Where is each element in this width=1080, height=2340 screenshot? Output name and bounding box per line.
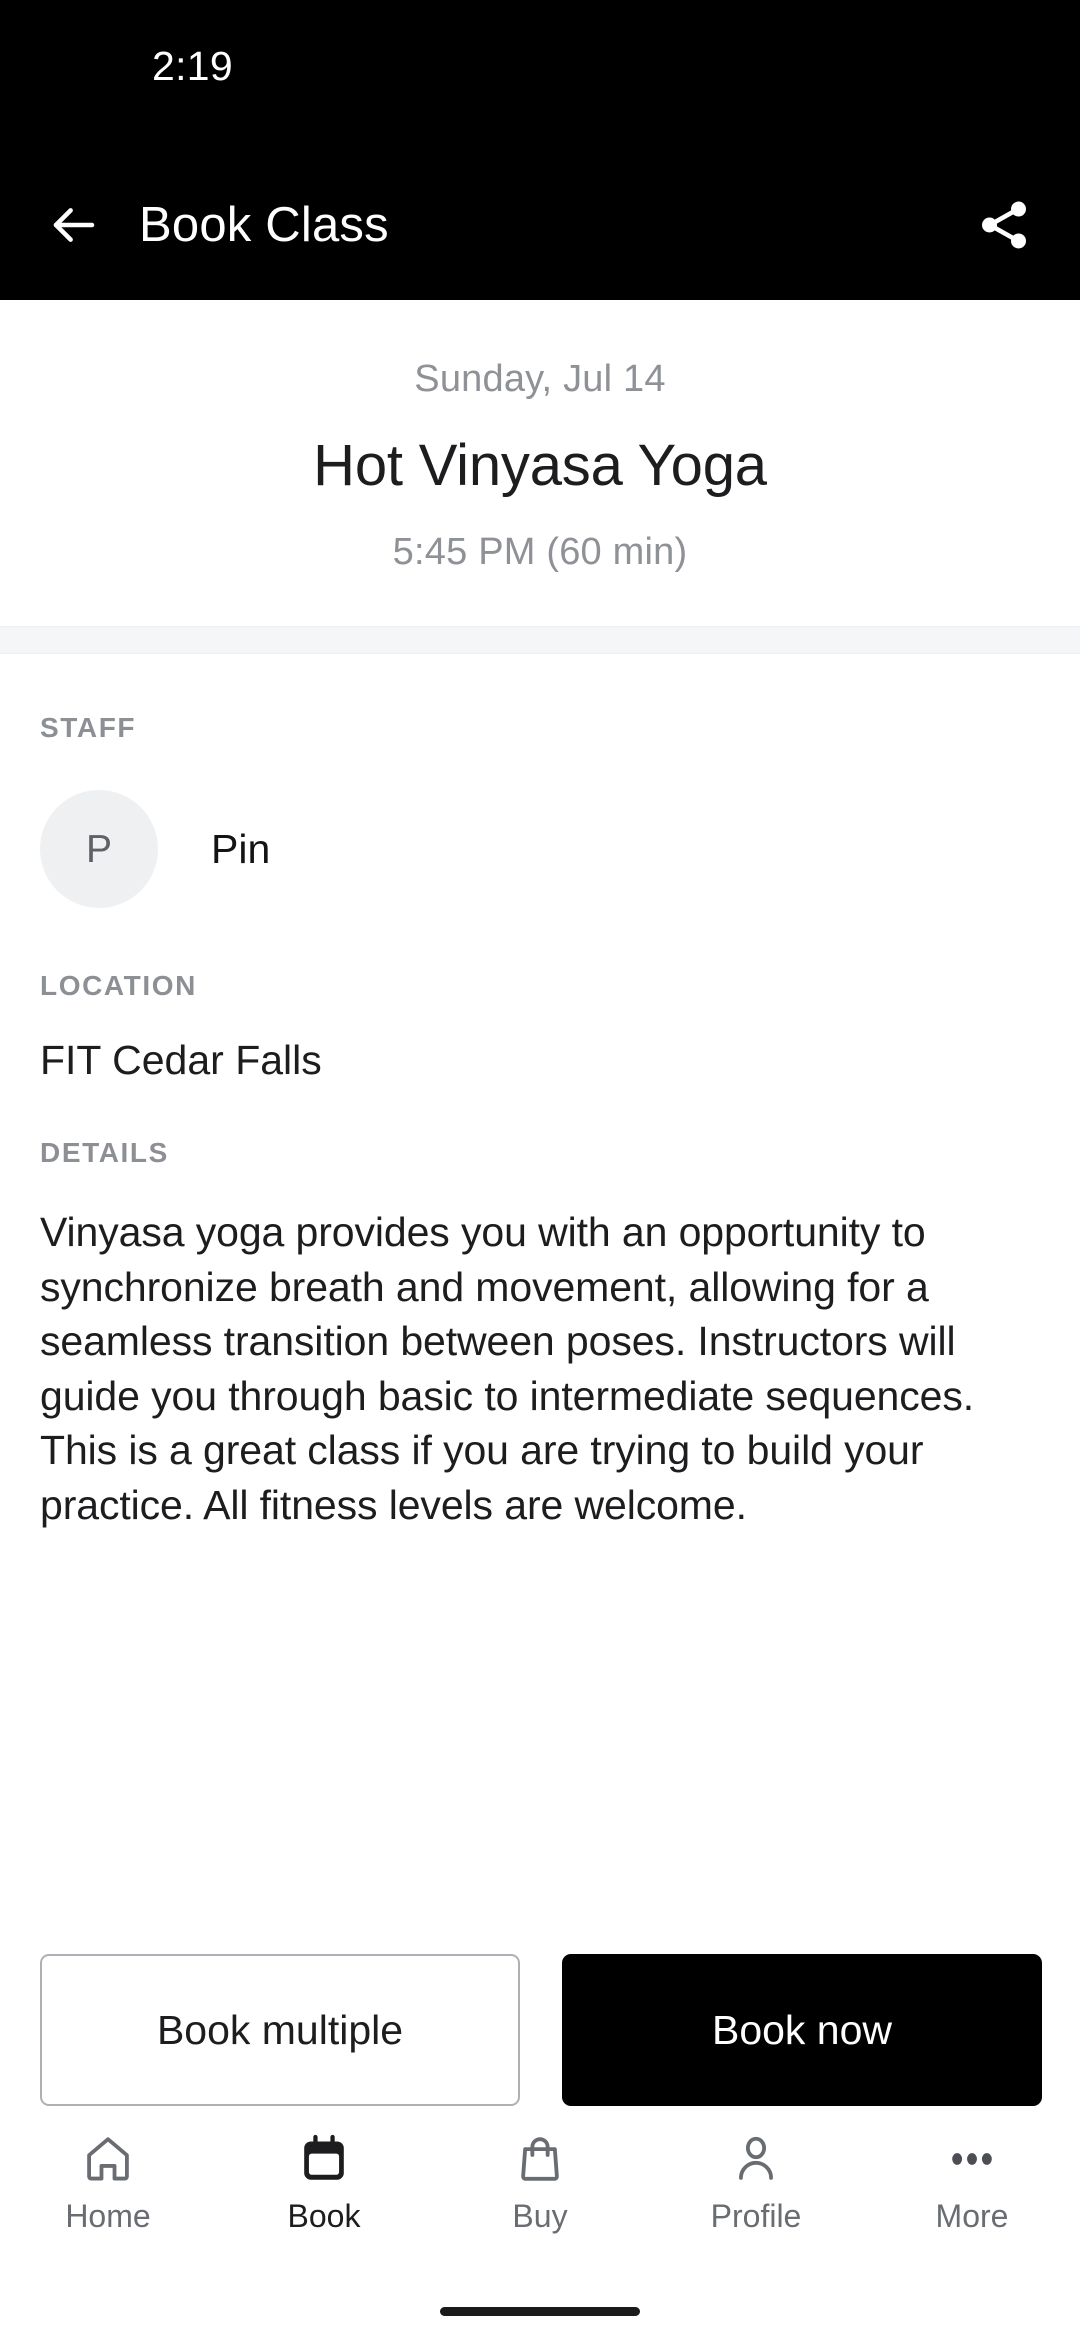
gesture-bar-area [0,2282,1080,2340]
nav-label-more: More [935,2198,1009,2234]
book-class-screen: 2:19 Book Class Sunday, Jul 14 Hot Vinya… [0,0,1080,2340]
nav-label-home: Home [65,2198,151,2234]
staff-row[interactable]: P Pin [40,790,1040,909]
ellipsis-icon [945,2128,999,2190]
details-section: DETAILS Vinyasa yoga provides you with a… [40,1083,1040,1532]
avatar: P [40,790,158,909]
nav-item-book[interactable]: Book [216,2128,432,2232]
nav-item-more[interactable]: More [864,2128,1080,2232]
class-header: Sunday, Jul 14 Hot Vinyasa Yoga 5:45 PM … [0,300,1080,627]
class-time: 5:45 PM (60 min) [392,530,688,573]
nav-item-profile[interactable]: Profile [648,2128,864,2232]
details-text: Vinyasa yoga provides you with an opport… [40,1209,975,1528]
person-icon [729,2128,783,2190]
location-section-label: LOCATION [40,970,197,1002]
gesture-indicator[interactable] [440,2306,640,2316]
share-icon[interactable] [972,193,1036,257]
avatar-initial: P [85,827,112,871]
section-divider [0,626,1080,655]
status-bar: 2:19 [0,0,1080,150]
staff-section: STAFF P Pin [40,654,1040,909]
page-title: Book Class [139,197,389,252]
arrow-left-icon[interactable] [46,197,102,253]
book-multiple-button[interactable]: Book multiple [40,1954,520,2106]
class-date: Sunday, Jul 14 [414,358,666,400]
location-section: LOCATION FIT Cedar Falls [40,908,1040,1083]
class-title: Hot Vinyasa Yoga [313,432,767,498]
calendar-icon [297,2128,351,2190]
bottom-navigation-bar: Home Book Buy Profile More [0,2106,1080,2282]
staff-name: Pin [211,825,271,872]
details-section-label: DETAILS [40,1137,169,1169]
action-buttons: Book multiple Book now [0,1954,1080,2106]
nav-item-home[interactable]: Home [0,2128,216,2232]
nav-item-buy[interactable]: Buy [432,2128,648,2232]
book-now-button[interactable]: Book now [562,1954,1042,2106]
location-value: FIT Cedar Falls [40,1037,322,1084]
nav-label-buy: Buy [512,2198,568,2234]
nav-label-profile: Profile [710,2198,802,2234]
nav-label-book: Book [287,2198,361,2234]
bag-icon [513,2128,567,2190]
app-bar: Book Class [0,150,1080,300]
class-detail-body: STAFF P Pin LOCATION FIT Cedar Falls DET… [0,654,1080,1902]
staff-section-label: STAFF [40,712,137,744]
home-icon [81,2128,135,2190]
status-bar-clock: 2:19 [152,43,233,89]
